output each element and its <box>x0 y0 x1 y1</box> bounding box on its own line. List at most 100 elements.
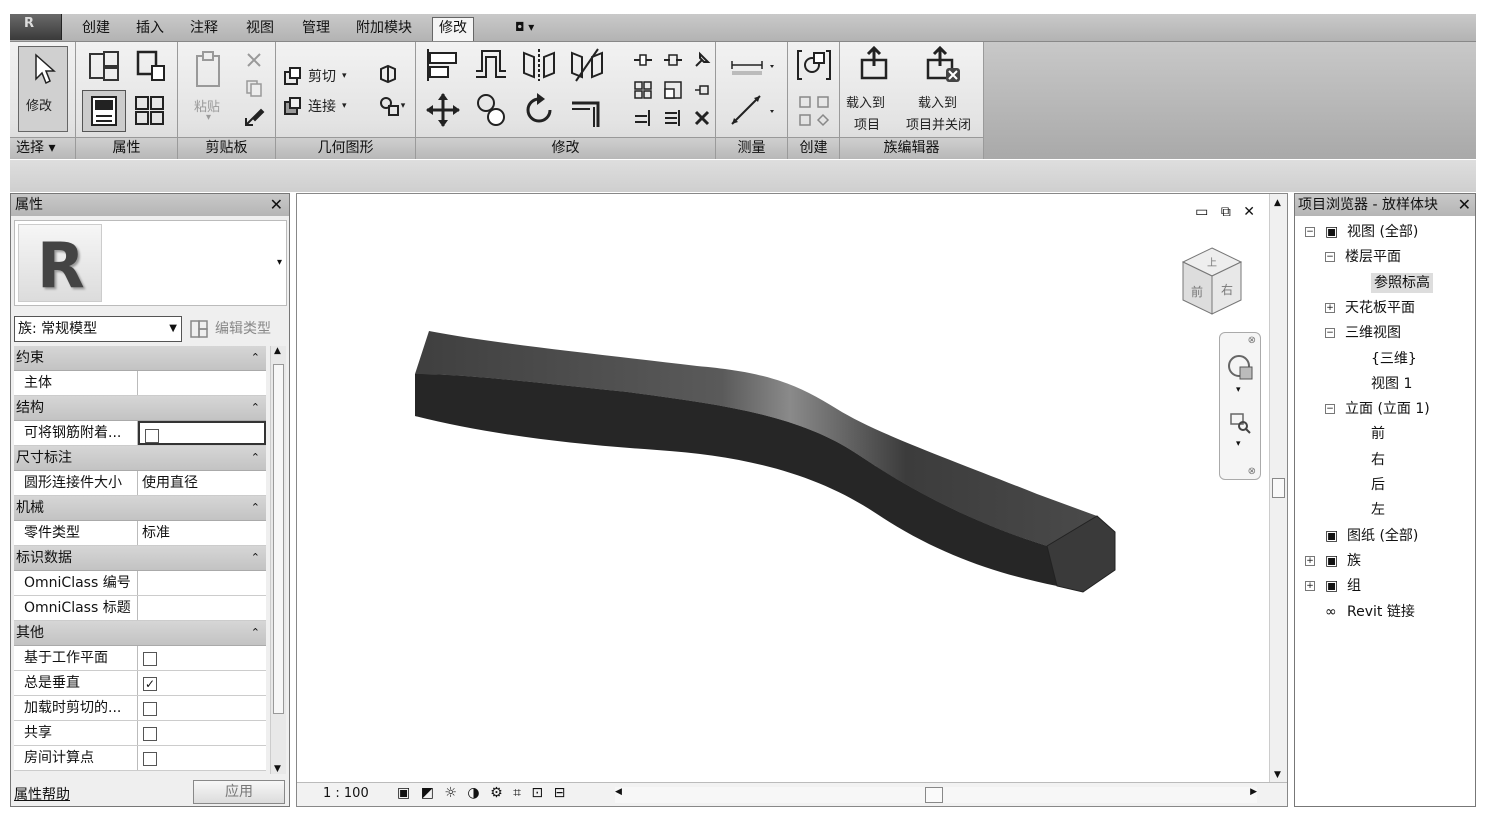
trim-extend-corner-button[interactable] <box>564 88 610 132</box>
scroll-up-icon[interactable]: ▲ <box>274 346 281 356</box>
cut-geometry-button[interactable]: 剪切 ▾ <box>282 64 352 88</box>
checkbox-unchecked[interactable] <box>143 702 157 716</box>
collapse-chevron-icon[interactable]: ⌃ <box>251 346 260 370</box>
model-3d-view[interactable] <box>297 194 1289 808</box>
scrollbar-thumb[interactable] <box>925 787 943 803</box>
tree-node[interactable]: 参照标高 <box>1371 272 1433 293</box>
trim-multiple-button[interactable] <box>660 106 686 130</box>
delete-button[interactable] <box>690 106 714 130</box>
tree-node[interactable]: 立面 (立面 1) <box>1345 399 1430 419</box>
property-group-header[interactable]: 其他 ⌃ <box>14 621 266 646</box>
create-similar-button[interactable] <box>792 90 836 132</box>
ribbon-minimize-toggle[interactable]: ◘ ▾ <box>515 20 534 34</box>
tree-node[interactable]: 视图 (全部) <box>1347 222 1418 242</box>
tree-node[interactable]: 左 <box>1371 500 1385 520</box>
scale-button[interactable] <box>660 78 686 102</box>
sun-path-icon[interactable]: ☼ <box>444 785 460 801</box>
property-value[interactable]: ✓ <box>138 671 266 695</box>
tree-node[interactable]: 组 <box>1347 576 1361 596</box>
family-filter-select[interactable]: 族: 常规模型 ▼ <box>14 316 182 342</box>
tree-collapse-icon[interactable]: − <box>1305 227 1315 237</box>
rotate-button[interactable] <box>516 88 562 132</box>
tree-node[interactable]: Revit 链接 <box>1347 602 1415 622</box>
tree-expand-icon[interactable]: + <box>1305 581 1315 592</box>
tab-annotate[interactable]: 注释 <box>184 18 224 42</box>
property-value[interactable] <box>138 421 266 445</box>
tree-expand-icon[interactable]: + <box>1305 555 1315 566</box>
tree-node[interactable]: 楼层平面 <box>1345 247 1401 267</box>
viewcube-right-label[interactable]: 右 <box>1221 282 1233 297</box>
apply-button[interactable]: 应用 <box>193 780 285 804</box>
tree-node[interactable]: 三维视图 <box>1345 323 1401 343</box>
scroll-up-icon[interactable]: ▲ <box>1274 198 1281 208</box>
steering-wheel-dropdown-icon[interactable]: ▾ <box>1236 385 1241 395</box>
split-face-button[interactable] <box>372 60 404 88</box>
checkbox-unchecked[interactable] <box>143 652 157 666</box>
align-button[interactable] <box>420 44 466 86</box>
load-into-project-button[interactable]: 载入到 项目 <box>844 46 904 133</box>
copy-button[interactable] <box>240 76 268 100</box>
project-browser-close-button[interactable]: ✕ <box>1458 194 1471 216</box>
paste-button[interactable]: 粘贴 ▾ <box>184 46 234 132</box>
mirror-draw-axis-button[interactable] <box>564 44 610 86</box>
load-into-project-and-close-button[interactable]: 载入到 项目并关闭 <box>906 46 982 133</box>
view-horizontal-scrollbar[interactable]: ◀ ▶ <box>615 787 1257 803</box>
properties-scrollbar[interactable]: ▲ ▼ <box>270 346 286 774</box>
steering-wheel-icon[interactable] <box>1226 353 1256 383</box>
property-group-header[interactable]: 标识数据 ⌃ <box>14 546 266 571</box>
collapse-chevron-icon[interactable]: ⌃ <box>251 496 260 520</box>
swept-blend-model[interactable] <box>415 331 1116 593</box>
collapse-chevron-icon[interactable]: ⌃ <box>251 546 260 570</box>
tab-modify[interactable]: 修改 <box>432 17 474 41</box>
property-group-header[interactable]: 结构 ⌃ <box>14 396 266 421</box>
collapse-chevron-icon[interactable]: ⌃ <box>251 621 260 645</box>
visual-style-icon[interactable]: ◩ <box>421 785 437 801</box>
join-geometry-button[interactable]: 连接 ▾ <box>282 94 352 118</box>
property-group-header[interactable]: 尺寸标注 ⌃ <box>14 446 266 471</box>
checkbox-unchecked[interactable] <box>143 727 157 741</box>
property-value[interactable] <box>138 696 266 720</box>
application-menu-button[interactable]: R <box>10 14 62 40</box>
navbar-close-icon[interactable]: ⊗ <box>1248 335 1256 346</box>
render-icon[interactable]: ⚙ <box>490 785 506 801</box>
property-value[interactable] <box>138 721 266 745</box>
trim-single-button[interactable] <box>630 106 656 130</box>
split-with-gap-button[interactable] <box>660 48 686 72</box>
property-value[interactable]: 标准 <box>138 521 266 545</box>
show-crop-region-icon[interactable]: ⊡ <box>531 785 546 801</box>
property-group-header[interactable]: 约束 ⌃ <box>14 346 266 371</box>
tree-expand-icon[interactable]: + <box>1325 302 1335 313</box>
tree-node[interactable]: 前 <box>1371 424 1385 444</box>
tree-node[interactable]: 右 <box>1371 450 1385 470</box>
copy-element-button[interactable] <box>468 88 514 132</box>
properties-close-button[interactable]: ✕ <box>270 194 283 216</box>
collapse-chevron-icon[interactable]: ⌃ <box>251 446 260 470</box>
tree-collapse-icon[interactable]: − <box>1325 328 1335 339</box>
viewcube-top-label[interactable]: 上 <box>1207 257 1217 269</box>
unpin-button[interactable] <box>690 78 714 102</box>
cut-button[interactable] <box>240 48 268 72</box>
type-selector-dropdown-icon[interactable]: ▾ <box>277 257 282 268</box>
tree-collapse-icon[interactable]: − <box>1325 404 1335 415</box>
tree-node[interactable]: 视图 1 <box>1371 374 1412 394</box>
properties-toggle-button[interactable] <box>82 90 126 132</box>
offset-button[interactable] <box>468 44 514 86</box>
tree-node[interactable]: 后 <box>1371 475 1385 495</box>
tab-manage[interactable]: 管理 <box>296 18 336 42</box>
checkbox-unchecked[interactable] <box>145 429 159 443</box>
edit-type-button[interactable]: 编辑类型 <box>189 316 271 342</box>
temporary-hide-icon[interactable]: ⊟ <box>554 785 569 801</box>
property-value[interactable] <box>138 371 266 395</box>
zoom-region-icon[interactable] <box>1228 411 1252 435</box>
collapse-chevron-icon[interactable]: ⌃ <box>251 396 260 420</box>
property-value[interactable] <box>138 571 266 595</box>
select-dropdown[interactable]: 选择 ▾ <box>10 137 75 159</box>
property-value[interactable]: 使用直径 <box>138 471 266 495</box>
scroll-right-icon[interactable]: ▶ <box>1250 787 1257 797</box>
scrollbar-thumb[interactable] <box>273 364 284 714</box>
tab-create[interactable]: 创建 <box>76 18 116 42</box>
viewcube-front-label[interactable]: 前 <box>1191 284 1203 299</box>
type-selector[interactable]: R ▾ <box>14 220 287 306</box>
move-button[interactable] <box>420 88 466 132</box>
mirror-pick-axis-button[interactable] <box>516 44 562 86</box>
